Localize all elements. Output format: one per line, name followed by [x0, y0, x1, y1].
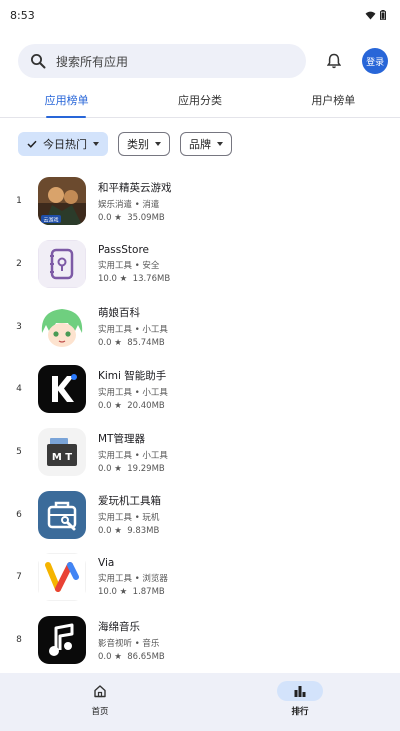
active-tab-indicator: [46, 116, 86, 118]
app-name: Via: [98, 557, 115, 570]
sponge-music-icon: [38, 616, 86, 665]
peace-elite-cloud-game-icon: 云游戏: [38, 177, 86, 226]
tab-user-ranking[interactable]: 用户榜单: [267, 90, 400, 117]
app-size: 19.29MB: [127, 463, 165, 474]
chevron-down-icon: [93, 142, 99, 146]
passstore-icon: [38, 240, 86, 289]
battery-icon: [380, 10, 386, 20]
list-item[interactable]: 1 云游戏 和平精英云游戏 娱乐消遣 • 消遣 0.0 ★ 35.09MB: [0, 170, 400, 233]
app-name: 爱玩机工具箱: [98, 495, 161, 508]
bell-icon: [327, 53, 342, 69]
status-bar: 8:53: [0, 0, 400, 30]
app-category: 实用工具 • 玩机: [98, 513, 160, 524]
filter-today-hot[interactable]: 今日热门: [18, 132, 108, 156]
filter-category[interactable]: 类别: [118, 132, 170, 156]
check-icon: [27, 140, 37, 148]
app-ranking-list: 1 云游戏 和平精英云游戏 娱乐消遣 • 消遣 0.0 ★ 35.09MB 2: [0, 170, 400, 731]
app-size: 9.83MB: [127, 526, 160, 537]
list-item[interactable]: 8 海绵音乐 影音视听 • 音乐 0.0 ★ 86.65MB: [0, 609, 400, 672]
app-size: 86.65MB: [127, 651, 165, 662]
app-rating: 0.0 ★: [98, 400, 122, 411]
nav-ranking-label: 排行: [291, 707, 309, 717]
app-name: Kimi 智能助手: [98, 369, 167, 382]
home-icon: [94, 685, 106, 698]
app-category: 实用工具 • 安全: [98, 261, 160, 272]
via-icon: [38, 553, 86, 602]
rank-number: 5: [16, 447, 22, 458]
filter-chips: 今日热门 类别 品牌: [0, 118, 400, 156]
app-rating: 0.0 ★: [98, 212, 122, 223]
app-category: 实用工具 • 浏览器: [98, 574, 168, 585]
rank-number: 2: [16, 259, 22, 270]
list-item[interactable]: 5 M T MT管理器 实用工具 • 小工具 0.0 ★ 19.29MB: [0, 421, 400, 484]
app-rating: 0.0 ★: [98, 526, 122, 537]
login-button[interactable]: 登录: [362, 48, 388, 74]
rank-number: 4: [16, 384, 22, 395]
bottom-navigation: 首页 排行: [0, 673, 400, 731]
svg-text:云游戏: 云游戏: [43, 217, 58, 224]
wifi-icon: [365, 11, 376, 20]
list-item[interactable]: 4 Kimi 智能助手 实用工具 • 小工具 0.0 ★ 20.40MB: [0, 358, 400, 421]
filter-category-label: 类别: [127, 138, 149, 151]
app-rating: 0.0 ★: [98, 338, 122, 349]
list-item[interactable]: 6 爱玩机工具箱 实用工具 • 玩机 0.0 ★ 9.83MB: [0, 483, 400, 546]
app-size: 13.76MB: [132, 274, 171, 285]
rank-number: 8: [16, 635, 22, 646]
rank-number: 7: [16, 572, 22, 583]
app-rating: 10.0 ★: [98, 274, 128, 285]
app-name: 萌娘百科: [98, 307, 140, 320]
app-name: 海绵音乐: [98, 620, 140, 633]
chevron-down-icon: [217, 142, 223, 146]
mt-manager-icon: M T: [38, 428, 86, 477]
moegirl-icon: [38, 302, 86, 351]
app-category: 娱乐消遣 • 消遣: [98, 199, 160, 210]
search-icon: [31, 54, 46, 69]
app-size: 35.09MB: [127, 212, 165, 223]
app-name: 和平精英云游戏: [98, 181, 172, 194]
search-bar[interactable]: 搜索所有应用: [18, 44, 307, 78]
nav-home-label: 首页: [91, 707, 109, 717]
filter-brand-label: 品牌: [189, 138, 211, 151]
nav-home[interactable]: 首页: [0, 673, 200, 731]
list-item[interactable]: 7 Via 实用工具 • 浏览器 10.0 ★ 1.87MB: [0, 546, 400, 609]
status-time: 8:53: [10, 8, 35, 22]
app-category: 实用工具 • 小工具: [98, 387, 168, 398]
app-name: PassStore: [98, 244, 149, 257]
app-category: 实用工具 • 小工具: [98, 325, 168, 336]
app-name: MT管理器: [98, 432, 145, 445]
nav-ranking[interactable]: 排行: [200, 673, 400, 731]
filter-today-hot-label: 今日热门: [43, 138, 87, 151]
rank-number: 3: [16, 321, 22, 332]
app-category: 实用工具 • 小工具: [98, 450, 168, 461]
search-placeholder: 搜索所有应用: [56, 54, 129, 69]
list-item[interactable]: 3 萌娘百科 实用工具 • 小工具 0.0 ★ 85.74MB: [0, 295, 400, 358]
toolbox-icon: [38, 490, 86, 539]
rank-number: 1: [16, 196, 22, 207]
app-rating: 0.0 ★: [98, 651, 122, 662]
rank-number: 6: [16, 509, 22, 520]
app-size: 20.40MB: [127, 400, 165, 411]
svg-text:M T: M T: [52, 452, 72, 463]
app-rating: 0.0 ★: [98, 463, 122, 474]
app-category: 影音视听 • 音乐: [98, 638, 160, 649]
ranking-icon: [294, 686, 306, 697]
app-size: 1.87MB: [132, 587, 165, 598]
app-size: 85.74MB: [127, 338, 165, 349]
top-tabs: 应用榜单 应用分类 用户榜单: [0, 90, 400, 118]
tab-app-categories[interactable]: 应用分类: [133, 90, 266, 117]
app-rating: 10.0 ★: [98, 587, 128, 598]
kimi-icon: [38, 365, 86, 414]
list-item[interactable]: 2 PassStore 实用工具 • 安全 10.0 ★ 13.76MB: [0, 233, 400, 296]
tab-app-ranking[interactable]: 应用榜单: [0, 90, 133, 117]
chevron-down-icon: [155, 142, 161, 146]
notification-button[interactable]: [322, 49, 346, 73]
filter-brand[interactable]: 品牌: [180, 132, 232, 156]
search-row: 搜索所有应用 登录: [0, 30, 400, 78]
